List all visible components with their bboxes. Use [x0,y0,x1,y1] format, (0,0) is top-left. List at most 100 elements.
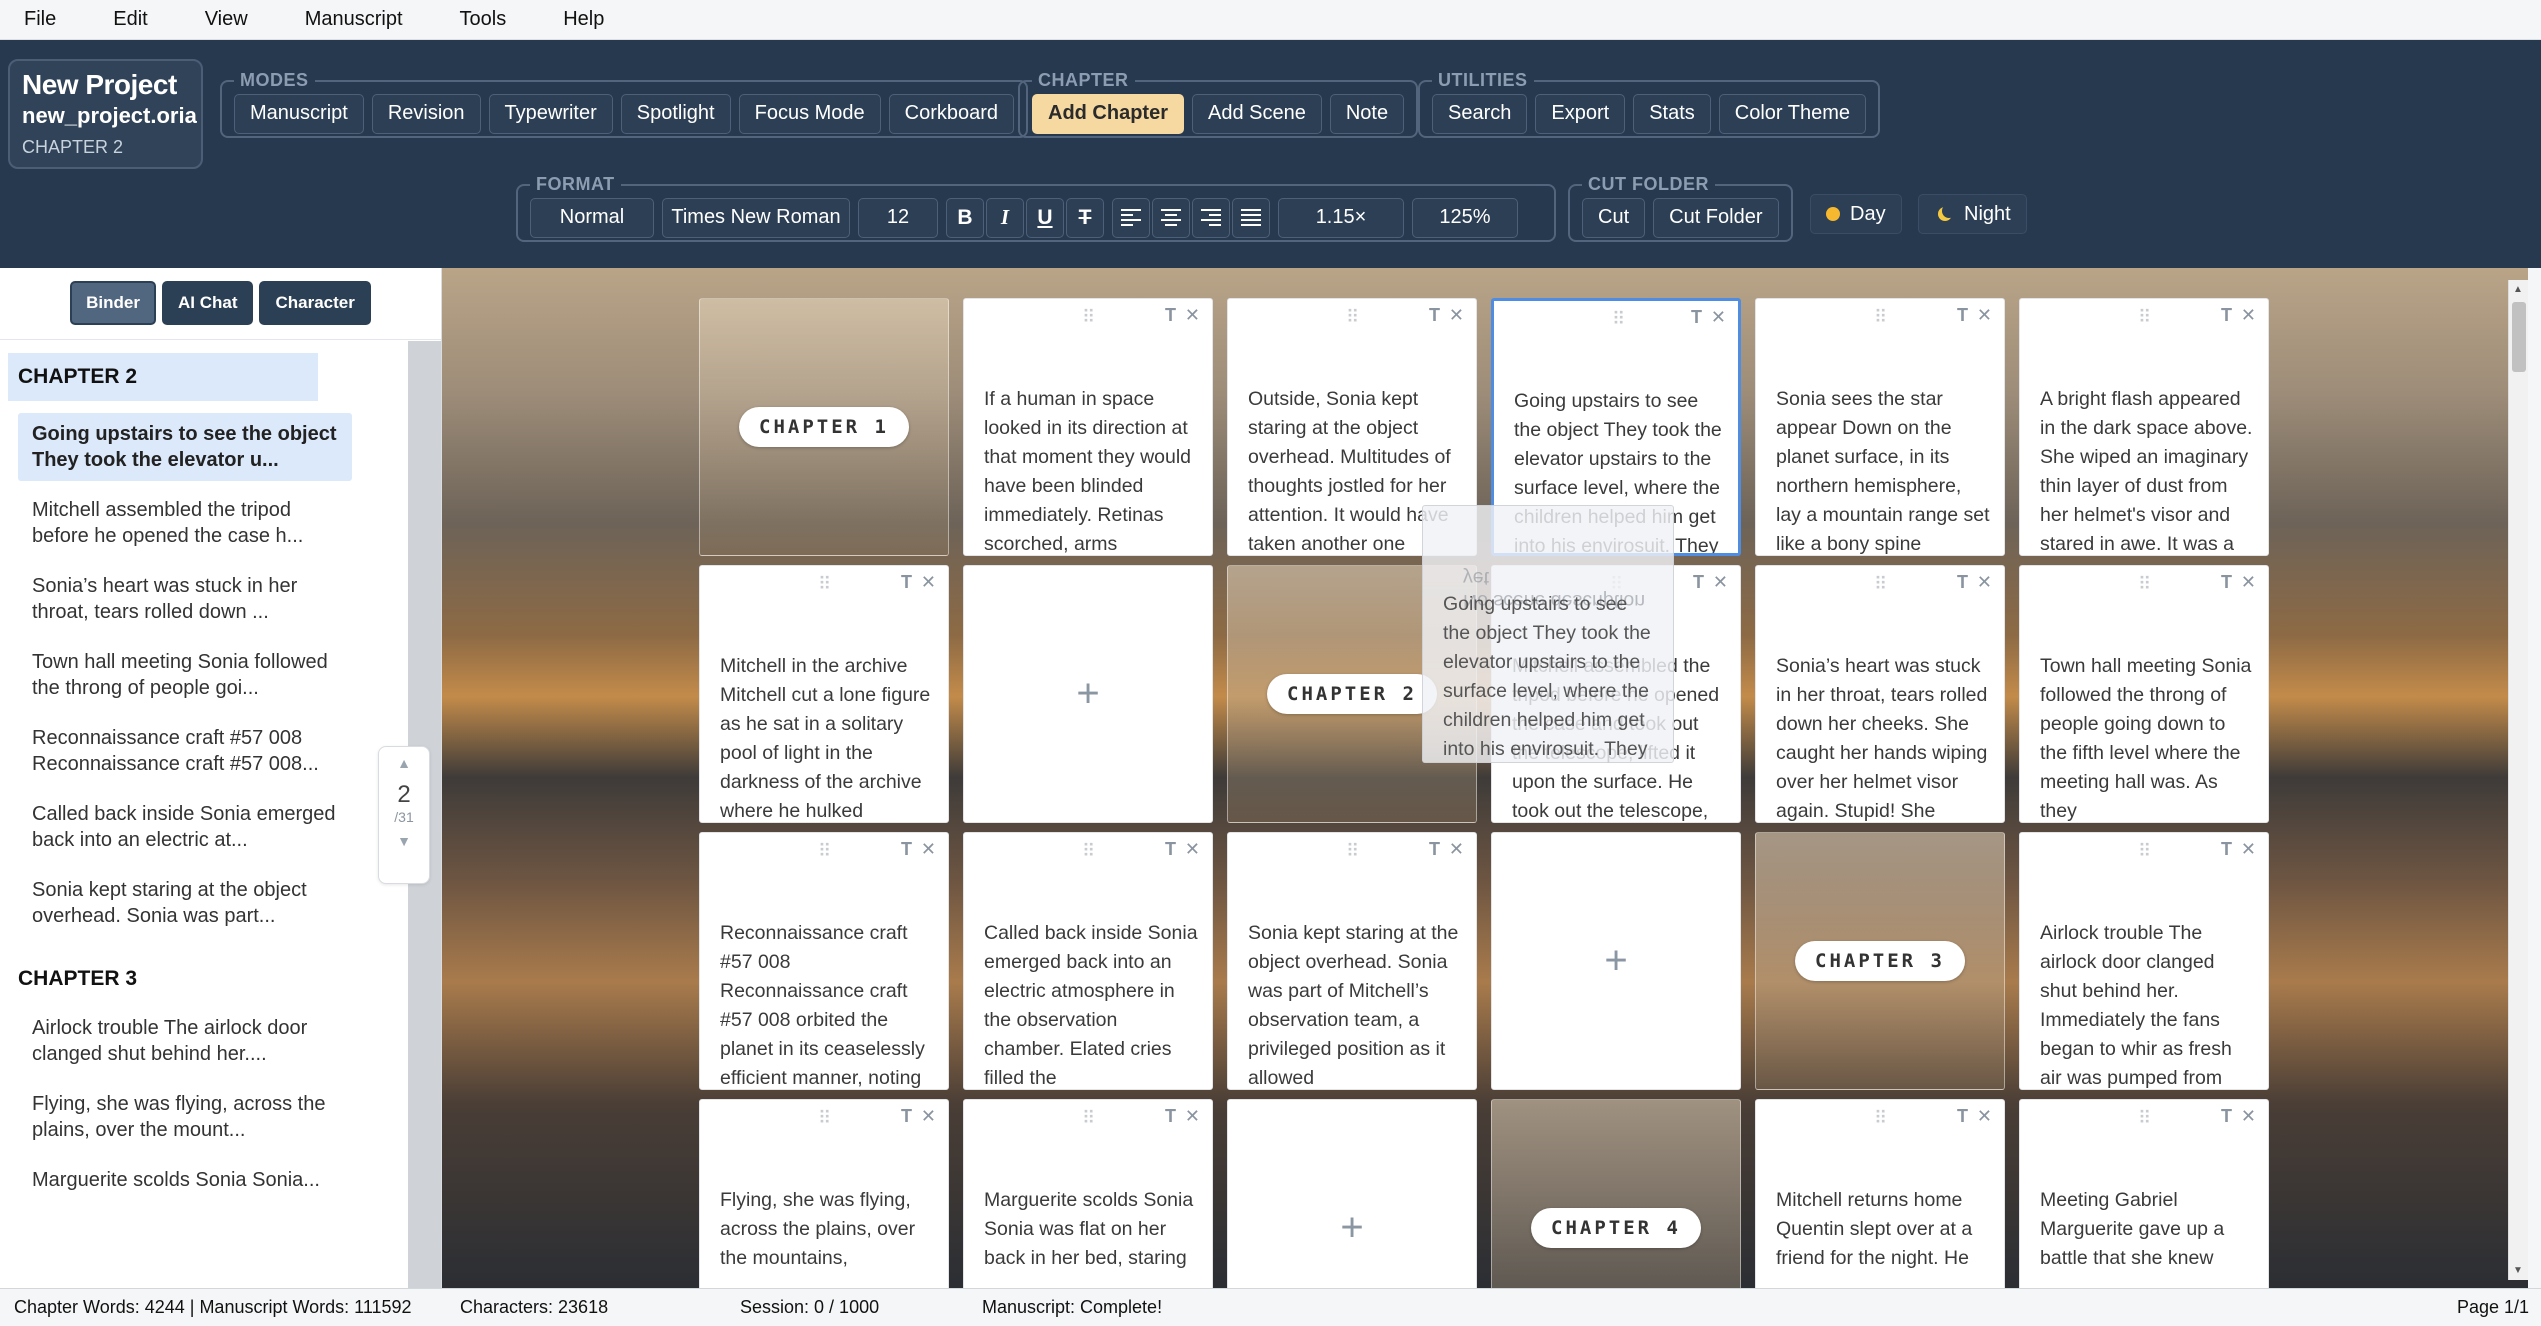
export-button[interactable]: Export [1535,93,1626,134]
close-icon[interactable]: ✕ [2241,1106,2256,1127]
binder-chapter-2[interactable]: CHAPTER 2 [8,353,318,401]
drag-handle-icon[interactable]: ⠿ [1874,1108,1887,1129]
text-type-icon[interactable]: T [1957,572,1968,593]
drag-handle-icon[interactable]: ⠿ [2138,841,2151,862]
drag-handle-icon[interactable]: ⠿ [2138,307,2151,328]
plus-icon[interactable]: + [1076,672,1099,717]
close-icon[interactable]: ✕ [1977,305,1992,326]
align-center-button[interactable] [1152,197,1190,238]
mode-focus-button[interactable]: Focus Mode [738,93,881,134]
text-type-icon[interactable]: T [1693,572,1704,593]
scene-card[interactable]: ⠿ T ✕ Flying, she was flying, across the pl… [699,1099,949,1288]
drag-handle-icon[interactable]: ⠿ [1346,841,1359,862]
binder-scene[interactable]: Sonia kept staring at the object overhea… [18,869,352,937]
drag-handle-icon[interactable]: ⠿ [1874,307,1887,328]
menu-edit[interactable]: Edit [113,8,147,31]
tab-ai-chat[interactable]: AI Chat [161,281,254,325]
color-theme-button[interactable]: Color Theme [1718,93,1866,134]
drag-handle-icon[interactable]: ⠿ [2138,1108,2151,1129]
cut-folder-button[interactable]: Cut Folder [1653,197,1779,238]
binder-scene[interactable]: Town hall meeting Sonia followed the thr… [18,641,352,709]
drag-handle-icon[interactable]: ⠿ [1874,574,1887,595]
underline-button[interactable]: U [1026,197,1064,238]
italic-button[interactable]: I [986,197,1024,238]
mode-typewriter-button[interactable]: Typewriter [488,93,613,134]
scene-card[interactable]: ⠿ T ✕ Mitchell in the archive Mitchell cut … [699,565,949,823]
binder-scene[interactable]: Going upstairs to see the object They to… [18,413,352,481]
binder-scene[interactable]: Reconnaissance craft #57 008 Reconnaissa… [18,717,352,785]
drag-handle-icon[interactable]: ⠿ [1346,307,1359,328]
text-type-icon[interactable]: T [1429,305,1440,326]
close-icon[interactable]: ✕ [1185,1106,1200,1127]
close-icon[interactable]: ✕ [2241,839,2256,860]
mode-spotlight-button[interactable]: Spotlight [620,93,731,134]
text-type-icon[interactable]: T [2221,839,2232,860]
stats-button[interactable]: Stats [1633,93,1711,134]
chapter-card[interactable]: CHAPTER 4 [1491,1099,1741,1288]
scene-card[interactable]: ⠿ T ✕ Sonia’s heart was stuck in her throat… [1755,565,2005,823]
zoom-select[interactable]: 125% [1412,197,1518,238]
text-type-icon[interactable]: T [2221,305,2232,326]
scene-card[interactable]: ⠿ T ✕ Mitchell returns home Quentin slept o… [1755,1099,2005,1288]
day-theme-button[interactable]: Day [1810,194,1902,234]
plus-icon[interactable]: + [1604,939,1627,984]
scene-card[interactable]: ⠿ T ✕ Called back inside Sonia emerged back… [963,832,1213,1090]
align-left-button[interactable] [1112,197,1150,238]
drag-handle-icon[interactable]: ⠿ [818,574,831,595]
bold-button[interactable]: B [946,197,984,238]
close-icon[interactable]: ✕ [1449,305,1464,326]
scroll-thumb[interactable] [2512,302,2526,372]
paragraph-style-select[interactable]: Normal [530,197,654,238]
font-size-input[interactable]: 12 [858,197,938,238]
binder-chapter-3[interactable]: CHAPTER 3 [0,959,408,999]
binder-scene[interactable]: Marguerite scolds Sonia Sonia... [18,1159,352,1201]
text-type-icon[interactable]: T [1165,305,1176,326]
menu-file[interactable]: File [24,8,56,31]
pager-down-icon[interactable]: ▼ [379,833,429,849]
mode-corkboard-button[interactable]: Corkboard [888,93,1015,134]
menu-manuscript[interactable]: Manuscript [305,8,403,31]
scene-card[interactable]: ⠿ T ✕ Reconnaissance craft #57 008 Reconnai… [699,832,949,1090]
text-type-icon[interactable]: T [901,1106,912,1127]
text-type-icon[interactable]: T [2221,1106,2232,1127]
tab-binder[interactable]: Binder [70,281,156,325]
menu-help[interactable]: Help [563,8,604,31]
menu-view[interactable]: View [205,8,248,31]
close-icon[interactable]: ✕ [1449,839,1464,860]
scene-card[interactable]: ⠿ T ✕ A bright flash appeared in the dark s… [2019,298,2269,556]
pager-up-icon[interactable]: ▲ [379,755,429,771]
close-icon[interactable]: ✕ [921,572,936,593]
add-scene-button[interactable]: Add Scene [1192,93,1322,134]
text-type-icon[interactable]: T [1165,839,1176,860]
binder-scene[interactable]: Sonia’s heart was stuck in her throat, t… [18,565,352,633]
note-button[interactable]: Note [1329,93,1405,134]
line-spacing-select[interactable]: 1.15× [1278,197,1404,238]
scroll-down-icon[interactable]: ▼ [2513,1265,2523,1276]
scene-card[interactable]: ⠿ T ✕ Sonia sees the star appear Down on th… [1755,298,2005,556]
chapter-card[interactable]: CHAPTER 3 [1755,832,2005,1090]
close-icon[interactable]: ✕ [1185,839,1200,860]
text-type-icon[interactable]: T [1165,1106,1176,1127]
drag-handle-icon[interactable]: ⠿ [1082,1108,1095,1129]
close-icon[interactable]: ✕ [1185,305,1200,326]
add-scene-card[interactable]: + [1491,832,1741,1090]
text-type-icon[interactable]: T [2221,572,2232,593]
scene-card[interactable]: ⠿ T ✕ Sonia kept staring at the object over… [1227,832,1477,1090]
drag-handle-icon[interactable]: ⠿ [2138,574,2151,595]
align-justify-button[interactable] [1232,197,1270,238]
close-icon[interactable]: ✕ [1977,1106,1992,1127]
align-right-button[interactable] [1192,197,1230,238]
scroll-up-icon[interactable]: ▲ [2513,284,2523,295]
text-type-icon[interactable]: T [901,572,912,593]
tab-character[interactable]: Character [259,281,371,325]
drag-handle-icon[interactable]: ⠿ [1612,309,1625,330]
mode-revision-button[interactable]: Revision [371,93,481,134]
night-theme-button[interactable]: Night [1918,194,2027,234]
scene-card[interactable]: ⠿ T ✕ Meeting Gabriel Marguerite gave up a … [2019,1099,2269,1288]
text-type-icon[interactable]: T [1957,1106,1968,1127]
scene-card[interactable]: ⠿ T ✕ Town hall meeting Sonia followed the … [2019,565,2269,823]
drag-handle-icon[interactable]: ⠿ [818,841,831,862]
add-scene-card[interactable]: + [1227,1099,1477,1288]
binder-scene[interactable]: Mitchell assembled the tripod before he … [18,489,352,557]
text-type-icon[interactable]: T [1429,839,1440,860]
